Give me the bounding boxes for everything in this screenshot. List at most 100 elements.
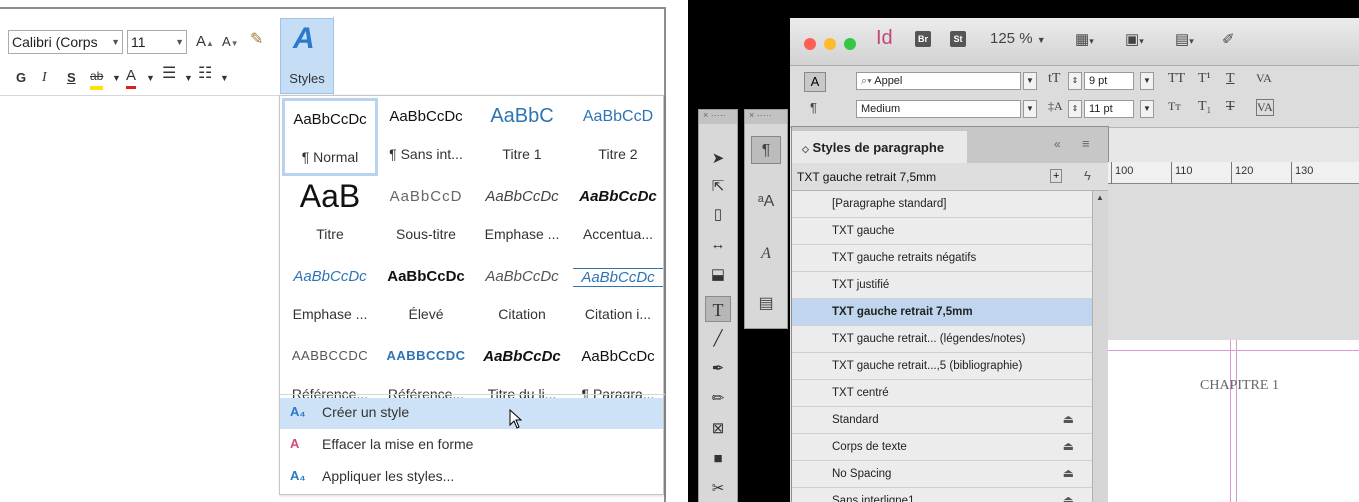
chevron-down-icon[interactable]: ▼ <box>184 68 193 88</box>
style-normal[interactable]: AaBbCcDc ¶ Normal <box>282 98 378 176</box>
font-family-field[interactable]: ⌕▾ Appel <box>856 72 1021 90</box>
paragraph-style-item[interactable]: TXT centré <box>792 380 1092 407</box>
paragraph-style-item[interactable]: TXT gauche retrait... (légendes/notes) <box>792 326 1092 353</box>
minimize-window-button[interactable] <box>824 38 836 50</box>
page-tool-icon[interactable]: ▯ <box>705 202 731 228</box>
style-emphasis-intense[interactable]: AaBbCcDc Emphase ... <box>282 258 378 336</box>
paragraph-style-item[interactable]: [Paragraphe standard] <box>792 191 1092 218</box>
scrollbar[interactable]: ▲ <box>1092 191 1108 502</box>
glyphs-panel-icon[interactable]: A <box>751 240 781 268</box>
style-strong[interactable]: AaBbCcDc Élevé <box>378 258 474 336</box>
tracking-icon[interactable]: VA <box>1256 99 1274 116</box>
bold-button[interactable]: G <box>16 68 26 88</box>
bridge-button[interactable]: Br <box>915 31 931 47</box>
paragraph-style-item[interactable]: TXT justifié <box>792 272 1092 299</box>
line-tool-icon[interactable]: ╱ <box>705 326 731 352</box>
format-painter-icon[interactable]: ✎ <box>250 30 263 50</box>
strikethrough-button[interactable]: T <box>1226 99 1235 115</box>
paragraph-styles-panel-icon[interactable]: ¶ <box>751 136 781 164</box>
font-size-field[interactable]: 11 ▼ <box>127 30 187 54</box>
font-name-field[interactable]: Calibri (Corps ▼ <box>8 30 123 54</box>
stepper-icon[interactable]: ⇕ <box>1068 72 1082 90</box>
font-color-button[interactable]: A <box>126 66 137 89</box>
paragraph-style-item[interactable]: TXT gauche retraits négatifs <box>792 245 1092 272</box>
paragraph-style-item[interactable]: Sans interligne1 ⏏ <box>792 488 1092 502</box>
text-wrap-panel-icon[interactable]: ▤ <box>751 290 781 318</box>
chevron-down-icon[interactable]: ▼ <box>1023 100 1037 118</box>
pen-tool-icon[interactable]: ✒ <box>705 356 731 382</box>
style-no-spacing[interactable]: AaBbCcDc ¶ Sans int... <box>378 98 474 176</box>
arrange-documents-icon[interactable]: ▤▾ <box>1175 30 1194 48</box>
chevron-down-icon[interactable]: ▼ <box>220 68 229 88</box>
subscript-button[interactable]: T₁ <box>1198 99 1211 115</box>
style-heading-2[interactable]: AaBbCcD Titre 2 <box>570 98 666 176</box>
style-heading-1[interactable]: AaBbC Titre 1 <box>474 98 570 176</box>
override-icon[interactable]: ϟ <box>1084 168 1091 183</box>
clear-formatting-menu-item[interactable]: A Effacer la mise en forme <box>280 430 663 461</box>
style-quote[interactable]: AaBbCcDc Citation <box>474 258 570 336</box>
small-caps-button[interactable]: Tт <box>1168 99 1181 114</box>
all-caps-button[interactable]: TT <box>1168 71 1185 87</box>
style-title[interactable]: AaB Titre <box>282 178 378 256</box>
superscript-button[interactable]: T¹ <box>1198 71 1211 87</box>
paragraph-style-item[interactable]: TXT gauche <box>792 218 1092 245</box>
view-options-icon[interactable]: ▦▾ <box>1075 30 1094 48</box>
style-intense-emphasis[interactable]: AaBbCcDc Accentua... <box>570 178 666 256</box>
chevron-down-icon[interactable]: ▼ <box>175 31 184 53</box>
numbered-list-icon[interactable]: ☷ <box>198 64 212 84</box>
underline-button[interactable]: T <box>1226 71 1235 87</box>
scroll-up-icon[interactable]: ▲ <box>1096 193 1104 202</box>
scissors-tool-icon[interactable]: ✂ <box>705 476 731 502</box>
character-styles-panel-icon[interactable]: ᵃA <box>751 188 781 216</box>
gap-tool-icon[interactable]: ↔ <box>705 232 731 258</box>
page-heading-text[interactable]: CHAPITRE 1 <box>1200 378 1279 394</box>
create-style-menu-item[interactable]: A₄ Créer un style <box>280 398 663 429</box>
paragraph-style-item[interactable]: TXT gauche retrait...,5 (bibliographie) <box>792 353 1092 380</box>
style-emphasis-subtle[interactable]: AaBbCcDc Emphase ... <box>474 178 570 256</box>
stock-button[interactable]: St <box>950 31 966 47</box>
style-intense-quote[interactable]: AaBbCcDc Citation i... <box>570 258 666 336</box>
font-size-field[interactable]: 9 pt <box>1084 72 1134 90</box>
highlight-button[interactable]: ab <box>90 66 104 90</box>
document-page[interactable]: CHAPITRE 1 <box>1108 340 1359 502</box>
collapse-panel-icon[interactable]: « <box>1054 137 1061 151</box>
chevron-down-icon[interactable]: ▼ <box>1140 100 1154 118</box>
tab-paragraph-styles[interactable]: ◇ Styles de paragraphe <box>792 131 967 163</box>
font-style-field[interactable]: Medium <box>856 100 1021 118</box>
underline-button[interactable]: S <box>67 68 76 88</box>
publish-online-icon[interactable]: ✐ <box>1222 30 1235 48</box>
paragraph-style-item[interactable]: TXT gauche retrait 7,5mm <box>792 299 1092 326</box>
apply-styles-menu-item[interactable]: A₄ Appliquer les styles... <box>280 462 663 493</box>
style-subtitle[interactable]: AaBbCcD Sous-titre <box>378 178 474 256</box>
italic-button[interactable]: I <box>42 68 47 88</box>
selection-tool-icon[interactable]: ➤ <box>705 146 731 172</box>
chevron-down-icon[interactable]: ▼ <box>112 68 121 88</box>
zoom-window-button[interactable] <box>844 38 856 50</box>
panel-menu-icon[interactable]: ≡ <box>1082 136 1090 151</box>
rectangle-frame-tool-icon[interactable]: ⊠ <box>705 416 731 442</box>
chevron-down-icon[interactable]: ▼ <box>111 31 120 53</box>
paragraph-style-item[interactable]: No Spacing ⏏ <box>792 461 1092 488</box>
direct-selection-tool-icon[interactable]: ⇱ <box>705 174 731 200</box>
shrink-font-button[interactable]: A▼ <box>222 32 239 54</box>
chevron-down-icon[interactable]: ▼ <box>1140 72 1154 90</box>
kerning-icon[interactable]: VA <box>1256 71 1272 86</box>
screen-mode-icon[interactable]: ▣▾ <box>1125 30 1144 48</box>
rectangle-tool-icon[interactable]: ■ <box>705 446 731 472</box>
paragraph-style-item[interactable]: Standard ⏏ <box>792 407 1092 434</box>
type-tool-icon[interactable]: T <box>705 296 731 322</box>
paragraph-mode-button[interactable]: ¶ <box>810 100 817 115</box>
chevron-down-icon[interactable]: ▼ <box>146 68 155 88</box>
paragraph-style-item[interactable]: Corps de texte ⏏ <box>792 434 1092 461</box>
pencil-tool-icon[interactable]: ✏ <box>705 386 731 412</box>
close-window-button[interactable] <box>804 38 816 50</box>
stepper-icon[interactable]: ⇕ <box>1068 100 1082 118</box>
content-collector-icon[interactable]: ⬓ <box>705 262 731 288</box>
character-mode-button[interactable]: A <box>804 72 826 92</box>
new-style-icon[interactable]: + <box>1050 169 1063 183</box>
grow-font-button[interactable]: A▲ <box>196 32 214 54</box>
leading-field[interactable]: 11 pt <box>1084 100 1134 118</box>
zoom-level-dropdown[interactable]: 125 % ▼ <box>990 30 1046 47</box>
chevron-down-icon[interactable]: ▼ <box>1023 72 1037 90</box>
bullet-list-icon[interactable]: ☰ <box>162 64 176 84</box>
